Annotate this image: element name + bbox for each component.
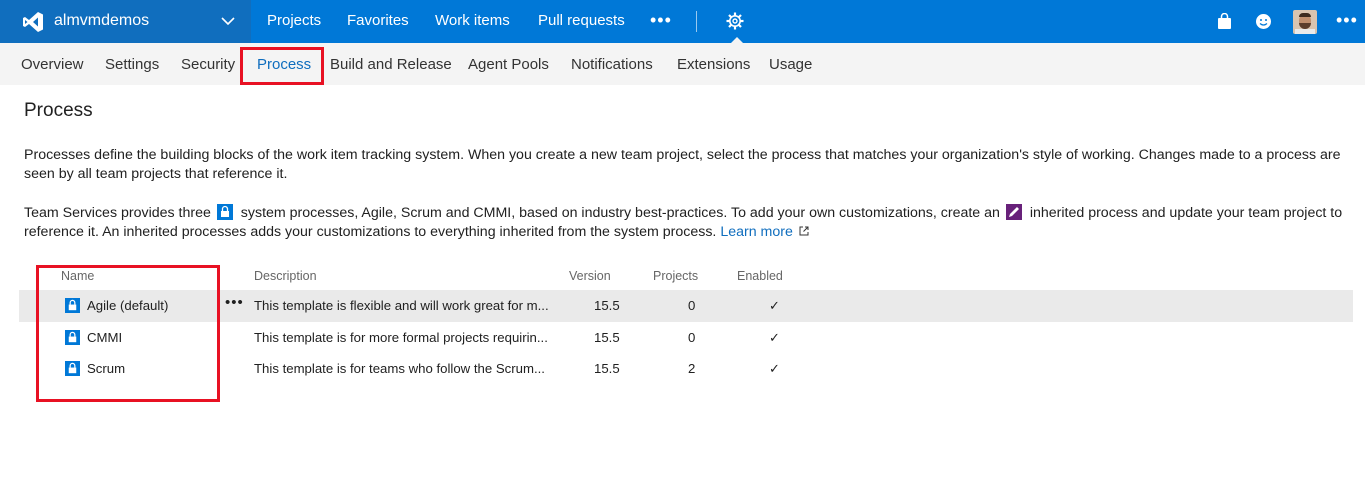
info-paragraph: Team Services provides three system proc… [24, 204, 1359, 242]
process-description: This template is for more formal project… [254, 330, 548, 345]
tab-settings[interactable]: Settings [105, 56, 159, 73]
external-link-icon[interactable] [799, 226, 809, 236]
highlight-box-name-column [36, 265, 220, 402]
visual-studio-logo-icon [23, 12, 43, 32]
tab-build-and-release[interactable]: Build and Release [330, 56, 452, 73]
nav-projects[interactable]: Projects [267, 12, 321, 29]
enabled-check-icon: ✓ [769, 298, 781, 313]
highlight-box-process-tab [240, 47, 324, 85]
column-header-projects[interactable]: Projects [653, 269, 698, 283]
account-switcher[interactable]: almvmdemos [0, 0, 251, 43]
tab-extensions[interactable]: Extensions [677, 56, 750, 73]
process-projects: 2 [688, 361, 696, 376]
divider [696, 11, 697, 32]
process-version: 15.5 [594, 330, 620, 345]
process-projects: 0 [688, 330, 696, 345]
shopping-bag-icon[interactable] [1216, 13, 1233, 30]
nav-work-items[interactable]: Work items [435, 12, 510, 29]
info-text-b: system processes, Agile, Scrum and CMMI,… [240, 205, 1000, 221]
row-more-button[interactable]: ••• [225, 294, 244, 311]
column-header-enabled[interactable]: Enabled [737, 269, 783, 283]
enabled-check-icon: ✓ [769, 361, 781, 376]
description-paragraph: Processes define the building blocks of … [24, 147, 1341, 182]
avatar[interactable] [1293, 10, 1317, 34]
account-name: almvmdemos [54, 12, 150, 29]
nav-pull-requests[interactable]: Pull requests [538, 12, 625, 29]
info-text-a: Team Services provides three [24, 205, 211, 221]
lock-icon [216, 204, 233, 220]
nav-favorites[interactable]: Favorites [347, 12, 409, 29]
learn-more-link[interactable]: Learn more [720, 224, 793, 240]
tab-usage[interactable]: Usage [769, 56, 812, 73]
tab-overview[interactable]: Overview [21, 56, 84, 73]
chevron-down-icon[interactable] [220, 13, 236, 29]
gear-icon[interactable] [726, 12, 744, 30]
process-projects: 0 [688, 298, 696, 313]
page-title: Process [24, 100, 93, 121]
top-bar: almvmdemos Projects Favorites Work items… [0, 0, 1365, 43]
process-description: This template is flexible and will work … [254, 298, 549, 313]
column-header-version[interactable]: Version [569, 269, 611, 283]
more-menu-button[interactable]: ••• [650, 10, 672, 31]
enabled-check-icon: ✓ [769, 330, 781, 345]
process-version: 15.5 [594, 361, 620, 376]
inherited-process-icon [1005, 204, 1022, 220]
column-header-description[interactable]: Description [254, 269, 317, 283]
tab-security[interactable]: Security [181, 56, 235, 73]
admin-tabs: Overview Settings Security Process Build… [0, 43, 1365, 85]
smiley-icon[interactable] [1255, 13, 1272, 30]
profile-more-button[interactable]: ••• [1336, 10, 1358, 31]
tab-agent-pools[interactable]: Agent Pools [468, 56, 549, 73]
process-version: 15.5 [594, 298, 620, 313]
process-description: This template is for teams who follow th… [254, 361, 545, 376]
tab-notifications[interactable]: Notifications [571, 56, 653, 73]
